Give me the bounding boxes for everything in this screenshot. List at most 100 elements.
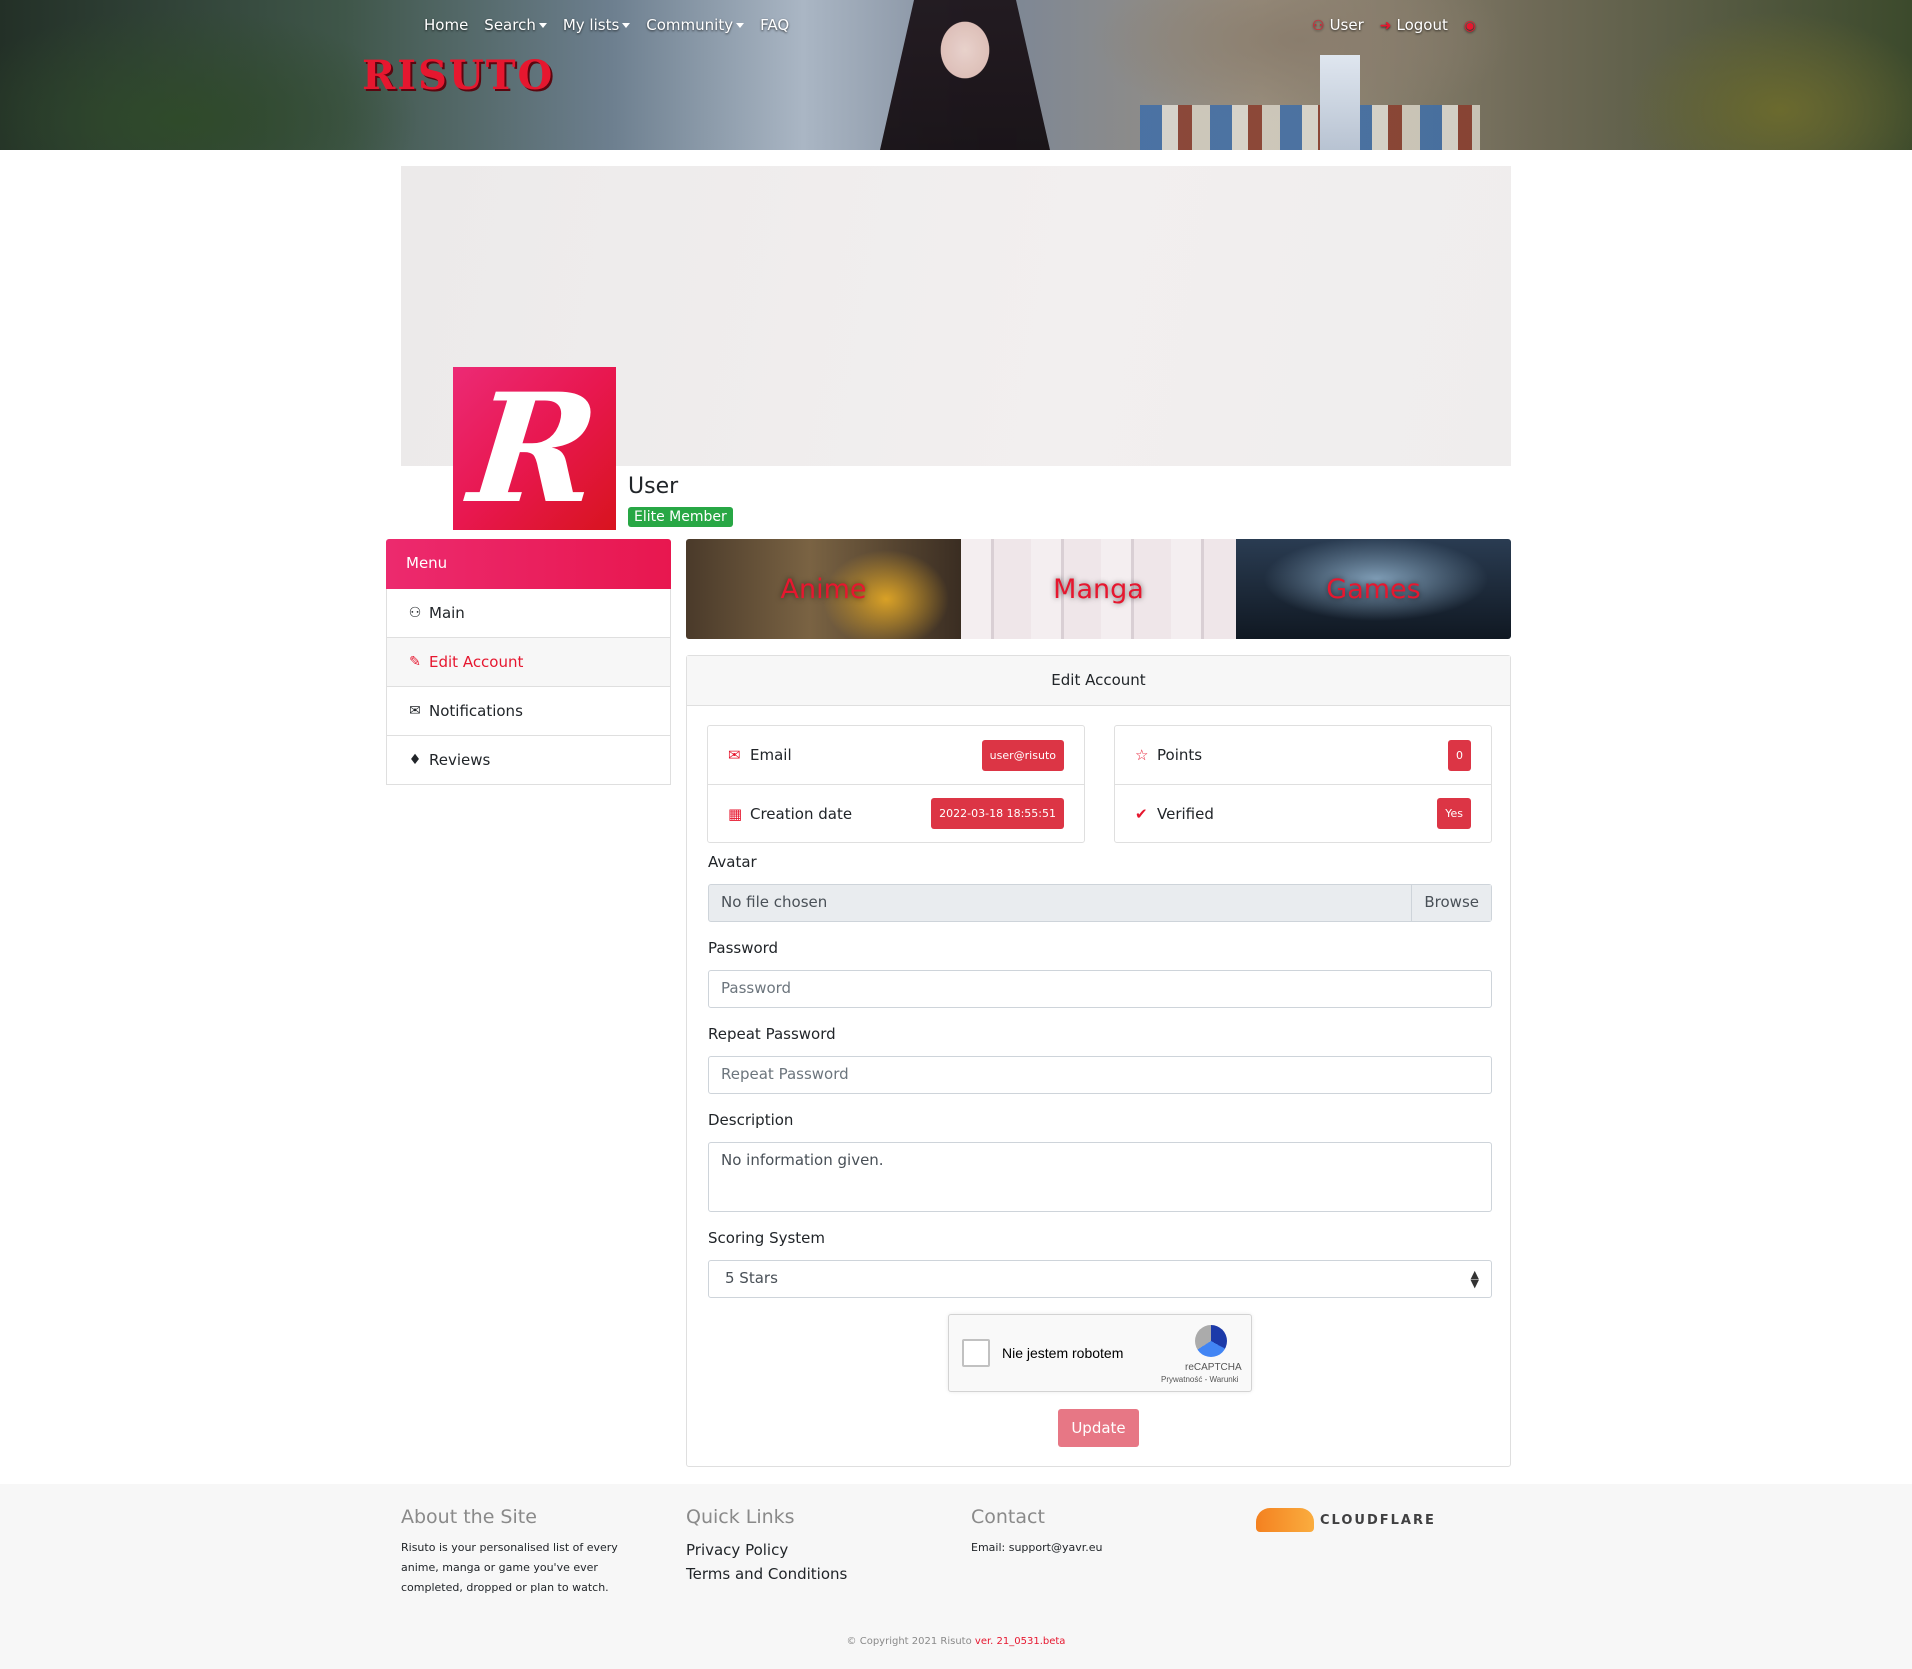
user-nav: ⚇ User ➜ Logout ◉ (1312, 16, 1481, 34)
account-sidebar: Menu ⚇ Main ✎ Edit Account ✉ Notificatio… (386, 539, 671, 785)
avatar-file-input[interactable]: No file chosen Browse (708, 884, 1492, 922)
creation-date-label: Creation date (750, 804, 853, 823)
footer-links-title: Quick Links (686, 1506, 795, 1528)
account-info-box-left: ✉ Email user@risuto ▦ Creation date 2022… (707, 725, 1085, 843)
header-character-art (880, 0, 1050, 150)
media-category-strip: Anime Manga Games (686, 539, 1511, 639)
media-tile-label: Manga (1053, 573, 1144, 605)
footer-about-title: About the Site (401, 1506, 537, 1528)
scoring-system-value: 5 Stars (725, 1269, 778, 1287)
verified-label: Verified (1157, 804, 1214, 823)
recaptcha-widget: Nie jestem robotem reCAPTCHA Prywatność … (948, 1314, 1252, 1392)
header-castle-art (1320, 55, 1360, 150)
footer-about-text: Risuto is your personalised list of ever… (401, 1541, 618, 1594)
user-icon: ⚇ (1312, 18, 1325, 34)
sidebar-title: Menu (386, 539, 671, 589)
verified-badge: Yes (1437, 798, 1471, 829)
account-info-box-right: ☆ Points 0 ✔ Verified Yes (1114, 725, 1492, 843)
avatar-file-status: No file chosen (721, 893, 828, 911)
sidebar-item-notifications[interactable]: ✉ Notifications (386, 687, 671, 736)
recaptcha-terms-link[interactable]: Prywatność - Warunki (1161, 1375, 1239, 1384)
sidebar-item-label: Edit Account (429, 653, 524, 671)
profile-username: User (628, 474, 679, 499)
caret-down-icon (538, 23, 547, 28)
recaptcha-label: Nie jestem robotem (1002, 1345, 1124, 1361)
footer-contact-title: Contact (971, 1506, 1045, 1528)
update-button[interactable]: Update (1058, 1409, 1139, 1447)
theme-toggle-button[interactable]: ◉ (1464, 16, 1481, 34)
privacy-policy-link[interactable]: Privacy Policy (686, 1538, 847, 1562)
profile-avatar: R (453, 361, 616, 537)
edit-account-card: Edit Account ✉ Email user@risuto ▦ Creat… (686, 655, 1511, 1467)
copyright-text: © Copyright 2021 Risuto (846, 1636, 972, 1647)
recaptcha-brand: reCAPTCHA (1185, 1362, 1242, 1373)
media-tile-label: Games (1326, 573, 1421, 605)
nav-faq[interactable]: FAQ (760, 16, 789, 34)
nav-search-label: Search (484, 16, 536, 34)
nav-logout-link[interactable]: ➜ Logout (1380, 16, 1448, 34)
repeat-password-label: Repeat Password (708, 1025, 836, 1043)
site-logo[interactable]: RISUTO (362, 52, 554, 99)
media-tile-games[interactable]: Games (1236, 539, 1511, 639)
site-footer: About the Site Risuto is your personalis… (0, 1484, 1912, 1669)
password-input[interactable]: Password (708, 970, 1492, 1008)
member-rank-badge: Elite Member (628, 507, 733, 527)
sidebar-item-label: Reviews (429, 751, 491, 769)
description-label: Description (708, 1111, 794, 1129)
terms-link[interactable]: Terms and Conditions (686, 1562, 847, 1586)
nav-home[interactable]: Home (424, 16, 468, 34)
points-label: Points (1157, 746, 1203, 764)
email-label: Email (750, 746, 792, 764)
star-icon: ☆ (1135, 746, 1149, 764)
card-title: Edit Account (687, 656, 1510, 706)
avatar-label: Avatar (708, 853, 757, 871)
browse-button[interactable]: Browse (1411, 885, 1491, 921)
media-tile-manga[interactable]: Manga (961, 539, 1236, 639)
main-nav: Home Search My lists Community FAQ (424, 16, 789, 34)
nav-search-dropdown[interactable]: Search (484, 16, 547, 34)
envelope-icon: ✉ (728, 746, 741, 764)
nav-user-label: User (1329, 16, 1364, 34)
check-icon: ✔ (1135, 804, 1148, 823)
email-value-badge: user@risuto (981, 739, 1064, 771)
points-row: ☆ Points 0 (1115, 726, 1491, 784)
sidebar-item-label: Main (429, 604, 465, 622)
repeat-password-input[interactable]: Repeat Password (708, 1056, 1492, 1094)
cloud-icon (1256, 1508, 1314, 1532)
caret-down-icon (622, 23, 631, 28)
calendar-icon: ▦ (728, 804, 743, 823)
description-textarea[interactable]: No information given. (708, 1142, 1492, 1212)
nav-my-lists-label: My lists (562, 16, 620, 34)
nav-logout-label: Logout (1396, 16, 1448, 34)
copyright-line: © Copyright 2021 Risuto ver. 21_0531.bet… (0, 1636, 1912, 1647)
media-tile-anime[interactable]: Anime (686, 539, 961, 639)
sidebar-item-main[interactable]: ⚇ Main (386, 589, 671, 638)
recaptcha-logo-icon (1195, 1325, 1227, 1357)
footer-about: About the Site Risuto is your personalis… (401, 1506, 631, 1598)
site-header: RISUTO Home Search My lists Community FA… (0, 0, 1912, 150)
nav-my-lists-dropdown[interactable]: My lists (562, 16, 631, 34)
nav-community-label: Community (646, 16, 734, 34)
creation-date-badge: 2022-03-18 18:55:51 (931, 798, 1064, 829)
envelope-icon: ✉ (409, 703, 421, 719)
eye-icon: ◉ (1463, 18, 1477, 34)
sidebar-item-reviews[interactable]: ♦ Reviews (386, 736, 671, 785)
nav-community-dropdown[interactable]: Community (646, 16, 745, 34)
sidebar-item-edit-account[interactable]: ✎ Edit Account (386, 638, 671, 687)
logout-icon: ➜ (1379, 18, 1392, 34)
footer-quick-links: Quick Links Privacy Policy Terms and Con… (686, 1506, 847, 1586)
points-badge: 0 (1448, 739, 1471, 771)
sidebar-item-label: Notifications (429, 702, 523, 720)
nav-user-link[interactable]: ⚇ User (1312, 16, 1364, 34)
cloudflare-wordmark: CLOUDFLARE (1320, 1512, 1436, 1528)
edit-icon: ✎ (409, 654, 421, 670)
version-link[interactable]: ver. 21_0531.beta (975, 1636, 1066, 1647)
scoring-system-select[interactable]: 5 Stars ▲ ▼ (708, 1260, 1492, 1298)
recaptcha-checkbox[interactable] (962, 1339, 990, 1367)
cloudflare-logo[interactable]: CLOUDFLARE (1256, 1508, 1436, 1532)
password-label: Password (708, 939, 779, 957)
email-row: ✉ Email user@risuto (708, 726, 1084, 784)
header-village-art (1140, 105, 1480, 150)
footer-contact-email: Email: support@yavr.eu (971, 1541, 1103, 1554)
footer-contact: Contact Email: support@yavr.eu (971, 1506, 1102, 1558)
